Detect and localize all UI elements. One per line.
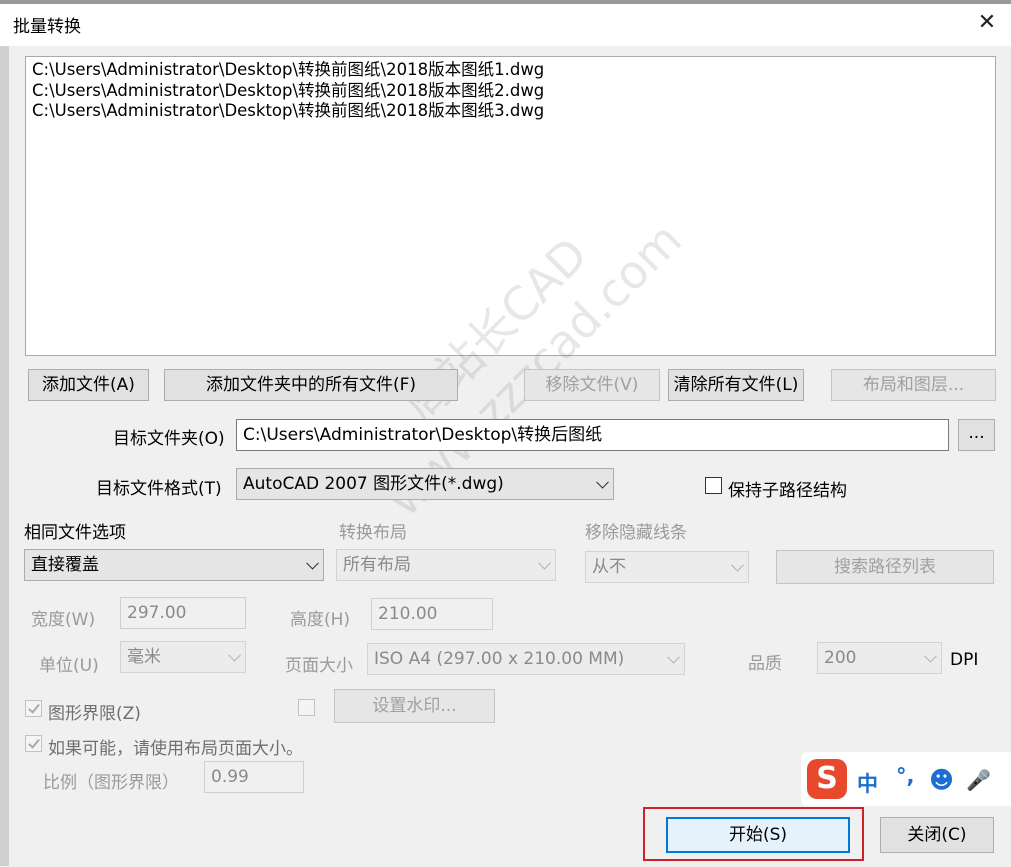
check-icon <box>28 736 40 749</box>
ime-logo-icon[interactable]: S <box>807 759 847 799</box>
add-folder-files-button[interactable]: 添加文件夹中的所有文件(F) <box>164 369 458 401</box>
quality-value: 200 <box>824 648 857 668</box>
keep-subpath-checkbox[interactable] <box>705 477 722 494</box>
target-format-value: AutoCAD 2007 图形文件(*.dwg) <box>243 474 504 494</box>
chevron-down-icon <box>228 648 241 662</box>
height-label: 高度(H) <box>290 610 351 630</box>
browse-folder-button[interactable]: ... <box>958 419 995 451</box>
close-button[interactable]: 关闭(C) <box>880 817 994 853</box>
set-watermark-button[interactable]: 设置水印... <box>334 689 495 723</box>
unit-select[interactable]: 毫米 <box>120 641 246 673</box>
chevron-down-icon <box>538 556 551 570</box>
ime-mode-toggle[interactable]: 中 <box>857 768 878 798</box>
chevron-down-icon <box>596 475 609 489</box>
remove-hidden-lines-select[interactable]: 从不 <box>585 551 749 583</box>
target-folder-label: 目标文件夹(O) <box>113 429 225 449</box>
chevron-down-icon <box>924 649 937 663</box>
convert-layout-label: 转换布局 <box>339 523 407 543</box>
title-bar <box>0 0 1011 46</box>
same-file-option-label: 相同文件选项 <box>24 523 126 543</box>
window-top-border <box>0 0 1011 4</box>
target-format-label: 目标文件格式(T) <box>96 479 222 499</box>
quality-unit-label: DPI <box>950 650 979 670</box>
ime-voice-icon[interactable]: 🎤 <box>966 768 991 792</box>
same-file-option-select[interactable]: 直接覆盖 <box>24 549 324 581</box>
list-item[interactable]: C:\Users\Administrator\Desktop\转换前图纸\201… <box>32 81 989 102</box>
page-size-value: ISO A4 (297.00 x 210.00 MM) <box>374 649 625 669</box>
chevron-down-icon <box>306 556 319 570</box>
clear-all-files-button[interactable]: 清除所有文件(L) <box>668 369 804 401</box>
chevron-down-icon <box>731 558 744 572</box>
height-input[interactable]: 210.00 <box>371 598 493 630</box>
layouts-and-layers-button[interactable]: 布局和图层... <box>831 369 996 401</box>
target-format-select[interactable]: AutoCAD 2007 图形文件(*.dwg) <box>236 468 614 500</box>
dialog-title: 批量转换 <box>13 17 81 37</box>
quality-select[interactable]: 200 <box>817 642 942 674</box>
ime-punctuation-icon[interactable]: °, <box>896 764 914 788</box>
convert-layout-select[interactable]: 所有布局 <box>336 549 556 581</box>
close-icon[interactable]: ✕ <box>970 8 1004 38</box>
unit-value: 毫米 <box>127 647 161 667</box>
watermark-checkbox[interactable] <box>298 699 315 716</box>
page-size-label: 页面大小 <box>285 656 353 676</box>
page-size-select[interactable]: ISO A4 (297.00 x 210.00 MM) <box>367 643 685 675</box>
list-item[interactable]: C:\Users\Administrator\Desktop\转换前图纸\201… <box>32 101 989 122</box>
width-label: 宽度(W) <box>31 610 96 630</box>
list-item[interactable]: C:\Users\Administrator\Desktop\转换前图纸\201… <box>32 60 989 81</box>
chevron-down-icon <box>667 650 680 664</box>
add-file-button[interactable]: 添加文件(A) <box>28 369 149 401</box>
remove-file-button[interactable]: 移除文件(V) <box>524 369 660 401</box>
width-input[interactable]: 297.00 <box>120 597 246 629</box>
scale-label: 比例（图形界限） <box>43 773 179 793</box>
keep-subpath-label: 保持子路径结构 <box>728 481 847 501</box>
ime-emoji-icon[interactable]: ☻ <box>929 766 954 794</box>
use-layout-page-size-label: 如果可能，请使用布局页面大小。 <box>48 739 303 759</box>
unit-label: 单位(U) <box>39 656 99 676</box>
check-icon <box>28 701 40 714</box>
convert-layout-value: 所有布局 <box>343 555 411 575</box>
search-path-list-button[interactable]: 搜索路径列表 <box>776 550 994 584</box>
scale-input[interactable]: 0.99 <box>204 761 304 793</box>
remove-hidden-lines-label: 移除隐藏线条 <box>585 523 687 543</box>
remove-hidden-lines-value: 从不 <box>592 557 626 577</box>
background-window-edge <box>0 46 9 866</box>
same-file-option-value: 直接覆盖 <box>31 555 99 575</box>
quality-label: 品质 <box>748 654 782 674</box>
target-folder-input[interactable]: C:\Users\Administrator\Desktop\转换后图纸 <box>236 419 949 451</box>
start-button[interactable]: 开始(S) <box>666 817 850 853</box>
drawing-limits-label: 图形界限(Z) <box>48 704 141 724</box>
drawing-limits-checkbox[interactable] <box>25 700 42 717</box>
use-layout-page-size-checkbox[interactable] <box>25 735 42 752</box>
